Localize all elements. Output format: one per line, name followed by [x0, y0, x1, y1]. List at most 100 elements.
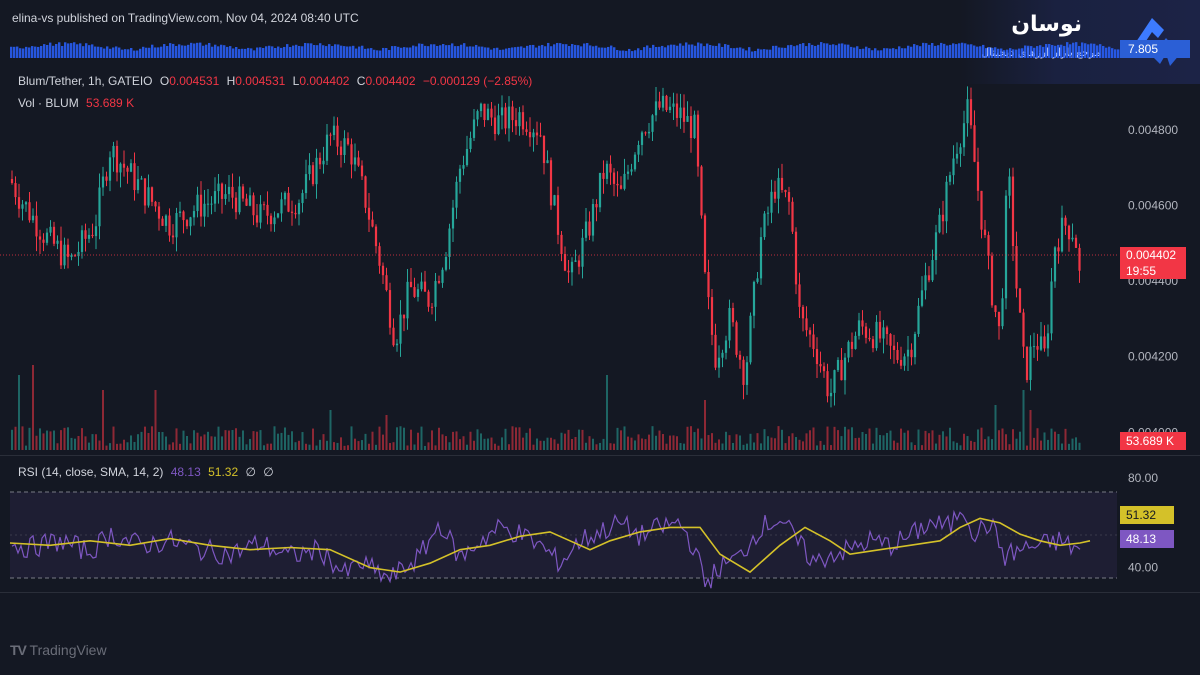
candle-body: [822, 366, 826, 372]
volume-bar: [728, 435, 731, 450]
top-strip-bar: [796, 45, 799, 58]
top-strip-bar: [322, 45, 325, 58]
volume-bar: [1015, 438, 1018, 450]
volume-bar: [746, 443, 748, 450]
candle-body: [385, 275, 388, 291]
volume-bar: [420, 426, 423, 450]
volume-bar: [389, 443, 391, 450]
top-strip-bar: [289, 46, 292, 58]
candle-body: [448, 228, 451, 257]
top-strip-bar: [235, 47, 238, 58]
candle-body: [528, 131, 532, 138]
top-strip-bar: [358, 46, 361, 58]
candle-body: [647, 131, 651, 134]
volume-bar: [81, 428, 83, 450]
candle-body: [434, 280, 437, 307]
top-strip-bar: [676, 45, 679, 58]
candle-body: [1064, 217, 1067, 226]
top-strip-bar: [985, 48, 988, 58]
volume-bar: [165, 436, 167, 450]
rsi-extra-1: ∅: [245, 465, 256, 479]
top-strip-bar: [625, 50, 628, 58]
top-strip-bar: [187, 44, 190, 58]
top-strip-bar: [25, 46, 28, 58]
volume-bar: [739, 435, 741, 450]
top-strip-bar: [172, 43, 175, 58]
top-strip-bar: [337, 44, 340, 58]
candle-body: [598, 172, 602, 208]
volume-bar: [1040, 440, 1042, 450]
candle-body: [329, 134, 332, 136]
top-strip-bar: [907, 45, 910, 58]
candle-body: [192, 211, 196, 218]
top-strip-bar: [1069, 44, 1072, 58]
volume-bar: [266, 443, 269, 450]
rsi-label[interactable]: RSI (14, close, SMA, 14, 2): [18, 465, 163, 479]
top-strip-bar: [244, 48, 247, 58]
volume-bar: [497, 445, 500, 450]
volume-bar: [480, 433, 482, 450]
volume-bar: [714, 442, 717, 450]
volume-bar: [826, 426, 829, 450]
rsi-ma-tag: 51.32: [1120, 506, 1174, 524]
top-strip-bar: [958, 43, 961, 58]
top-strip-bar: [616, 49, 619, 58]
top-strip-bar: [178, 44, 181, 58]
volume-bar: [340, 437, 342, 450]
volume-bar: [147, 433, 150, 450]
candle-body: [780, 177, 784, 191]
top-strip-bar: [910, 46, 913, 58]
volume-bar: [98, 440, 101, 450]
top-strip-bar: [352, 45, 355, 58]
top-strip-bar: [259, 47, 262, 58]
candle-body: [357, 157, 360, 166]
tradingview-logo[interactable]: TV TradingView: [10, 642, 107, 658]
candle-body: [560, 234, 563, 255]
top-strip-bar: [157, 47, 160, 58]
candle-body: [812, 334, 815, 349]
candle-body: [234, 197, 238, 213]
candle-body: [1022, 312, 1025, 347]
volume-bar: [658, 430, 661, 450]
volume-label[interactable]: Vol · BLUM: [18, 96, 79, 110]
top-strip-bar: [424, 45, 427, 58]
top-strip-bar: [364, 48, 367, 58]
candle-body: [367, 207, 371, 220]
volume-bar: [574, 437, 577, 450]
top-strip-bar: [505, 48, 508, 58]
top-strip-bar: [10, 46, 13, 58]
candle-body: [493, 117, 497, 135]
candle-body: [245, 198, 248, 206]
volume-bar: [137, 434, 139, 450]
volume-bar: [385, 415, 388, 450]
volume-bar: [830, 445, 832, 450]
top-strip-bar: [748, 47, 751, 58]
top-strip-bar: [790, 44, 793, 58]
volume-bar: [1075, 437, 1077, 450]
top-strip-bar: [550, 46, 553, 58]
top-strip-bar: [850, 46, 853, 58]
top-strip-bar: [217, 46, 220, 58]
candle-body: [171, 235, 175, 238]
volume-bar: [725, 431, 727, 450]
chart-svg[interactable]: 0.0048000.0046000.0044000.0042000.004000…: [0, 0, 1200, 600]
volume-bar: [196, 432, 199, 450]
candle-body: [710, 297, 714, 335]
volume-bar: [686, 426, 689, 450]
candle-body: [364, 176, 367, 208]
candle-body: [269, 215, 273, 225]
top-strip-bar: [868, 48, 871, 58]
symbol-label[interactable]: Blum/Tether, 1h, GATEIO: [18, 74, 153, 88]
pane-separator-top[interactable]: [0, 455, 1200, 456]
top-strip-bar: [703, 46, 706, 58]
candle-body: [374, 226, 378, 247]
top-strip-bar: [928, 44, 931, 58]
top-strip-bar: [880, 50, 883, 58]
volume-bar: [280, 432, 283, 450]
candle-body: [717, 357, 721, 368]
top-strip-bar: [802, 43, 805, 58]
top-strip-bar: [808, 43, 811, 58]
top-strip-bar: [319, 43, 322, 58]
volume-bar: [749, 433, 752, 450]
top-strip-bar: [514, 47, 517, 58]
